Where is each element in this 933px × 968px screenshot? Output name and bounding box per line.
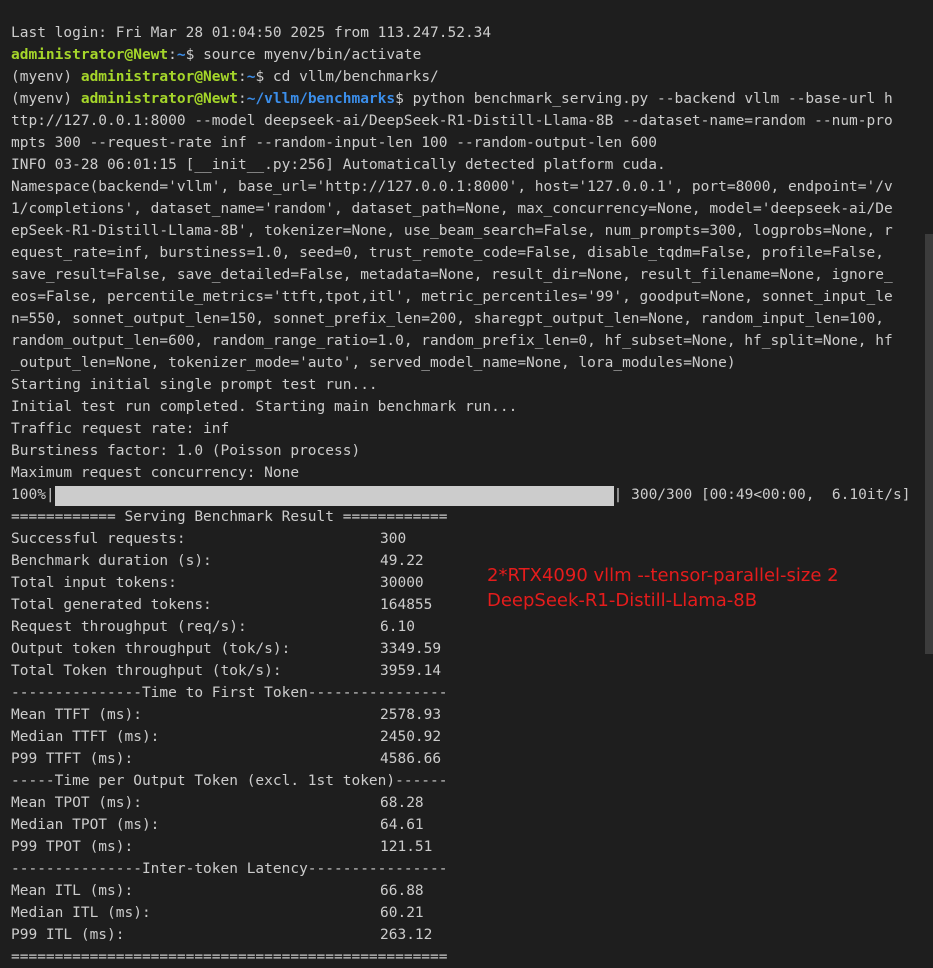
stat-row: Mean TPOT (ms): 68.28	[11, 792, 933, 814]
prompt-env: (myenv)	[11, 69, 81, 85]
progress-suffix: | 300/300 [00:49<00:00, 6.10it/s]	[613, 487, 911, 503]
output-line: epSeek-R1-Distill-Llama-8B', tokenizer=N…	[11, 223, 893, 239]
stat-row: Successful requests: 300	[11, 528, 933, 550]
itl-header: ---------------Inter-token Latency------…	[11, 861, 448, 877]
output-line: Burstiness factor: 1.0 (Poisson process)	[11, 443, 361, 459]
stat-value: 6.10	[380, 619, 415, 635]
stat-label: P99 TTFT (ms):	[11, 751, 134, 767]
terminal-window[interactable]: Last login: Fri Mar 28 01:04:50 2025 fro…	[0, 0, 933, 968]
stat-label: Median TTFT (ms):	[11, 729, 160, 745]
stat-row: Request throughput (req/s): 6.10	[11, 616, 933, 638]
stat-label: Median TPOT (ms):	[11, 817, 160, 833]
stat-value: 49.22	[380, 553, 424, 569]
prompt-line-3: (myenv) administrator@Newt:~/vllm/benchm…	[11, 88, 933, 110]
stat-row: Mean TTFT (ms): 2578.93	[11, 704, 933, 726]
output-line: Initial test run completed. Starting mai…	[11, 399, 518, 415]
stat-label: Mean ITL (ms):	[11, 883, 134, 899]
stat-value: 2450.92	[380, 729, 442, 745]
stat-label: Mean TPOT (ms):	[11, 795, 142, 811]
ttft-header: ---------------Time to First Token------…	[11, 685, 448, 701]
output-line: _output_len=None, tokenizer_mode='auto',…	[11, 355, 736, 371]
stat-value: 3959.14	[380, 663, 442, 679]
stat-value: 30000	[380, 575, 424, 591]
stat-row: P99 TTFT (ms): 4586.66	[11, 748, 933, 770]
command-continuation: mpts 300 --request-rate inf --random-inp…	[11, 135, 658, 151]
stat-value: 3349.59	[380, 641, 442, 657]
stat-value: 68.28	[380, 795, 424, 811]
stat-label: Total Token throughput (tok/s):	[11, 663, 282, 679]
output-line: random_output_len=600, random_range_rati…	[11, 333, 893, 349]
prompt-user: administrator@Newt	[11, 47, 169, 63]
result-header: ============ Serving Benchmark Result ==…	[11, 509, 448, 525]
stat-label: Request throughput (req/s):	[11, 619, 247, 635]
stat-label: Output token throughput (tok/s):	[11, 641, 291, 657]
last-login-line: Last login: Fri Mar 28 01:04:50 2025 fro…	[11, 25, 492, 41]
progress-percent: 100%|	[11, 487, 55, 503]
result-footer: ========================================…	[11, 949, 448, 965]
stat-value: 300	[380, 531, 407, 547]
command-text: python benchmark_serving.py --backend vl…	[403, 91, 893, 107]
progress-bar	[54, 486, 614, 506]
command-text: source myenv/bin/activate	[194, 47, 422, 63]
stat-label: P99 TPOT (ms):	[11, 839, 134, 855]
tpot-header: -----Time per Output Token (excl. 1st to…	[11, 773, 448, 789]
prompt-separator: :	[168, 47, 177, 63]
stat-label: Total generated tokens:	[11, 597, 212, 613]
stat-label: Median ITL (ms):	[11, 905, 151, 921]
output-line: INFO 03-28 06:01:15 [__init__.py:256] Au…	[11, 157, 666, 173]
output-line: equest_rate=inf, burstiness=1.0, seed=0,…	[11, 245, 884, 261]
prompt-line-2: (myenv) administrator@Newt:~$ cd vllm/be…	[11, 66, 933, 88]
command-text: cd vllm/benchmarks/	[264, 69, 439, 85]
progress-line: 100%| | 300/300 [00:49<00:00, 6.10it/s]	[11, 484, 933, 506]
prompt-user: administrator@Newt	[80, 91, 238, 107]
output-line: Namespace(backend='vllm', base_url='http…	[11, 179, 893, 195]
stat-row: Median ITL (ms): 60.21	[11, 902, 933, 924]
prompt-separator: :	[237, 69, 247, 85]
stat-label: Mean TTFT (ms):	[11, 707, 142, 723]
prompt-env: (myenv)	[11, 91, 81, 107]
output-line: eos=False, percentile_metrics='ttft,tpot…	[11, 289, 893, 305]
output-line: 1/completions', dataset_name='random', d…	[11, 201, 893, 217]
prompt-separator: :	[237, 91, 247, 107]
stat-label: P99 ITL (ms):	[11, 927, 125, 943]
red-annotation: 2*RTX4090 vllm --tensor-parallel-size 2 …	[487, 563, 839, 613]
stat-row: Mean ITL (ms): 66.88	[11, 880, 933, 902]
stat-row: Output token throughput (tok/s): 3349.59	[11, 638, 933, 660]
annotation-line-2: DeepSeek-R1-Distill-Llama-8B	[487, 590, 758, 611]
output-line: Starting initial single prompt test run.…	[11, 377, 378, 393]
prompt-line-1: administrator@Newt:~$ source myenv/bin/a…	[11, 44, 933, 66]
stat-row: P99 ITL (ms): 263.12	[11, 924, 933, 946]
scrollbar[interactable]	[925, 234, 933, 654]
stat-label: Successful requests:	[11, 531, 186, 547]
output-line: save_result=False, save_detailed=False, …	[11, 267, 893, 283]
stat-row: Median TTFT (ms): 2450.92	[11, 726, 933, 748]
prompt-user: administrator@Newt	[80, 69, 238, 85]
stat-value: 121.51	[380, 839, 433, 855]
stat-value: 64.61	[380, 817, 424, 833]
output-line: n=550, sonnet_output_len=150, sonnet_pre…	[11, 311, 884, 327]
output-line: Traffic request rate: inf	[11, 421, 230, 437]
stat-row: P99 TPOT (ms): 121.51	[11, 836, 933, 858]
stat-row: Total Token throughput (tok/s): 3959.14	[11, 660, 933, 682]
stat-value: 4586.66	[380, 751, 442, 767]
command-continuation: ttp://127.0.0.1:8000 --model deepseek-ai…	[11, 113, 893, 129]
output-line: Maximum request concurrency: None	[11, 465, 300, 481]
prompt-path: ~	[176, 47, 186, 63]
stat-value: 164855	[380, 597, 433, 613]
stat-value: 66.88	[380, 883, 424, 899]
annotation-line-1: 2*RTX4090 vllm --tensor-parallel-size 2	[487, 565, 839, 586]
prompt-path: ~/vllm/benchmarks	[246, 91, 396, 107]
prompt-symbol: $	[395, 91, 404, 107]
stat-value: 60.21	[380, 905, 424, 921]
stat-value: 2578.93	[380, 707, 442, 723]
stat-value: 263.12	[380, 927, 433, 943]
stat-row: Median TPOT (ms): 64.61	[11, 814, 933, 836]
stat-label: Total input tokens:	[11, 575, 177, 591]
stat-label: Benchmark duration (s):	[11, 553, 212, 569]
prompt-symbol: $	[255, 69, 265, 85]
